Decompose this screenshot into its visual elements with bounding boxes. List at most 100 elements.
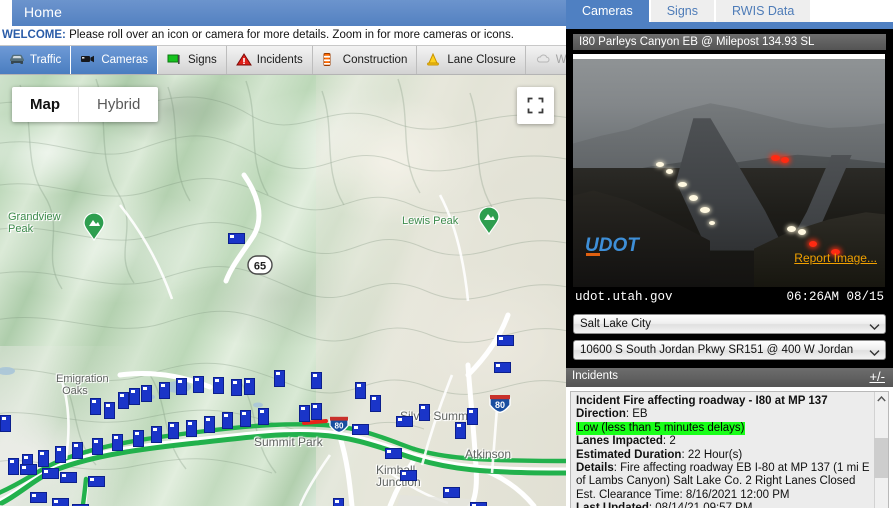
camera-marker[interactable] [104,402,115,419]
camera-marker[interactable] [129,388,140,405]
camera-marker[interactable] [60,472,77,483]
camera-marker[interactable] [396,416,413,427]
camera-marker[interactable] [159,382,170,399]
map-type-map[interactable]: Map [12,87,79,122]
camera-marker[interactable] [258,408,269,425]
camera-marker-lens [260,410,264,413]
camera-marker[interactable] [133,430,144,447]
layer-button-cameras[interactable]: Cameras [71,46,158,74]
camera-marker[interactable] [204,416,215,433]
report-image-link[interactable]: Report Image... [794,251,877,265]
camera-marker-lens [106,404,110,407]
incidents-header-label: Incidents [572,370,619,382]
incident-item[interactable]: Incident Fire affecting roadway - I80 at… [571,392,888,508]
peak-marker-grandview-peak[interactable] [83,212,105,242]
camera-marker[interactable] [8,458,19,475]
camera-marker[interactable] [151,426,162,443]
camera-marker[interactable] [370,395,381,412]
camera-marker[interactable] [213,377,224,394]
camera-marker[interactable] [467,408,478,425]
camera-marker[interactable] [52,498,69,506]
camera-marker[interactable] [20,464,37,475]
camera-marker[interactable] [385,448,402,459]
camera-marker[interactable] [72,442,83,459]
camera-marker-lens [153,428,157,431]
scroll-up-icon[interactable] [875,392,888,406]
camera-select[interactable]: 10600 S South Jordan Pkwy SR151 @ 400 W … [573,340,886,360]
camera-title: I80 Parleys Canyon EB @ Milepost 134.93 … [573,34,886,50]
camera-marker[interactable] [92,438,103,455]
incidents-collapse-toggle[interactable]: +/- [869,369,885,384]
camera-marker-lens [313,374,317,377]
camera-marker-lens [313,405,317,408]
layer-button-lane-closure[interactable]: Lane Closure [417,46,526,74]
camera-marker[interactable] [443,487,460,498]
peak-marker-lewis-peak[interactable] [478,206,500,236]
map-canvas[interactable]: Map Hybrid Grandview Peak Lewis Peak Emi… [0,75,566,506]
camera-marker[interactable] [30,492,47,503]
camera-marker[interactable] [231,379,242,396]
fullscreen-icon[interactable] [517,87,554,124]
layer-button-signs[interactable]: Signs [158,46,227,74]
camera-marker-lens [372,397,376,400]
tab-cameras[interactable]: Cameras [566,0,649,22]
layer-button-traffic[interactable]: Traffic [0,46,72,74]
camera-marker[interactable] [118,392,129,409]
camera-marker[interactable] [470,502,487,506]
camera-marker-lens [44,470,48,473]
camera-marker[interactable] [494,362,511,373]
tab-signs[interactable]: Signs [650,0,714,22]
camera-marker[interactable] [112,434,123,451]
camera-marker[interactable] [186,420,197,437]
camera-marker[interactable] [311,403,322,420]
camera-marker[interactable] [455,422,466,439]
camera-marker[interactable] [400,470,417,481]
camera-marker-lens [22,466,26,469]
tab-home[interactable]: Home [12,0,80,24]
camera-marker[interactable] [55,446,66,463]
layer-button-incidents[interactable]: Incidents [227,46,313,74]
camera-marker[interactable] [168,422,179,439]
camera-watermark: udot.utah.gov [575,290,673,304]
left-column: Home WELCOME: Please roll over an icon o… [0,0,566,508]
camera-marker[interactable] [38,450,49,467]
camera-image[interactable]: UDOT Report Image... [573,54,885,287]
camera-marker[interactable] [88,476,105,487]
camera-marker[interactable] [311,372,322,389]
welcome-text: Please roll over an icon or camera for m… [65,29,514,41]
incidents-header: Incidents +/- [566,368,893,387]
incidents-list[interactable]: Incident Fire affecting roadway - I80 at… [570,391,889,508]
incident-lanes-value: 2 [669,435,676,448]
map-type-hybrid[interactable]: Hybrid [79,87,158,122]
camera-marker[interactable] [299,405,310,422]
layer-button-weather[interactable]: Weather [526,46,566,74]
camera-marker[interactable] [0,415,11,432]
camera-marker[interactable] [42,468,59,479]
incidents-scrollbar[interactable] [874,392,888,508]
camera-footer: udot.utah.gov 06:26AM 08/15 [573,287,886,308]
incidents-scrollbar-thumb[interactable] [874,438,888,478]
camera-marker[interactable] [419,404,430,421]
camera-marker[interactable] [176,378,187,395]
camera-marker-lens [188,422,192,425]
incident-duration-value: 22 Hour(s) [687,448,743,461]
tab-rwis-data[interactable]: RWIS Data [716,0,811,22]
camera-marker[interactable] [274,370,285,387]
camera-marker[interactable] [333,498,344,506]
camera-marker[interactable] [141,385,152,402]
camera-marker[interactable] [228,233,245,244]
camera-marker[interactable] [244,378,255,395]
camera-marker-lens [246,380,250,383]
layer-button-construction[interactable]: Construction [313,46,418,74]
camera-marker[interactable] [240,410,251,427]
traffic-cone-icon [426,53,442,67]
camera-marker[interactable] [222,412,233,429]
camera-marker[interactable] [497,335,514,346]
camera-marker[interactable] [90,398,101,415]
region-select[interactable]: Salt Lake City [573,314,886,334]
camera-marker-lens [32,494,36,497]
camera-marker[interactable] [352,424,369,435]
camera-marker[interactable] [193,376,204,393]
camera-marker[interactable] [72,504,89,506]
camera-marker[interactable] [355,382,366,399]
